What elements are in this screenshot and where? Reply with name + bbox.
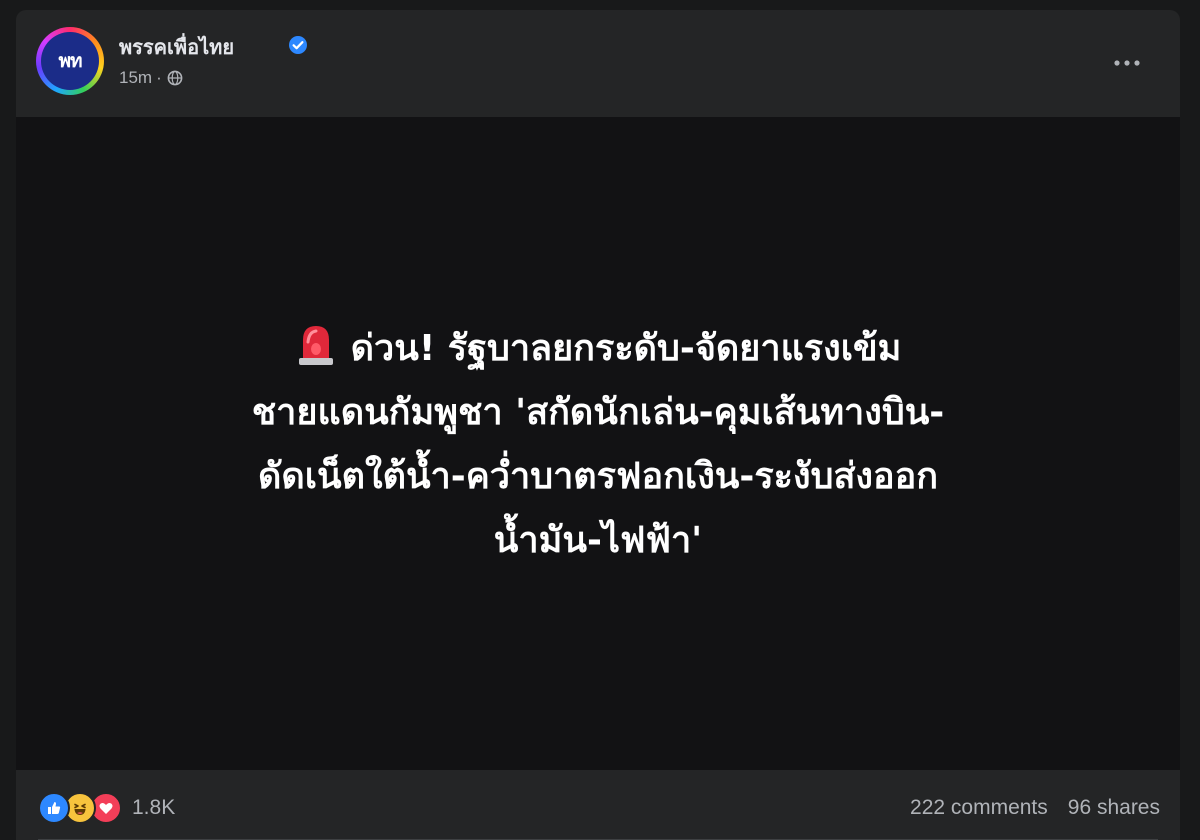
verified-badge-icon xyxy=(289,36,307,54)
headline-line-2: ชายแดนกัมพูชา 'สกัดนักเล่น-คุมเส้นทางบิน… xyxy=(251,392,945,433)
shares-count-link[interactable]: 96 shares xyxy=(1068,796,1160,820)
engagement-stats: 222 comments 96 shares xyxy=(910,796,1160,820)
meta-separator: · xyxy=(156,68,162,87)
globe-icon[interactable] xyxy=(167,70,183,86)
page-avatar[interactable]: พท xyxy=(36,27,104,95)
reaction-count[interactable]: 1.8K xyxy=(132,796,175,820)
headline-line: ด่วน! รัฐบาลยกระดับ-จัดยาแรงเข้ม xyxy=(56,317,1140,381)
headline: ด่วน! รัฐบาลยกระดับ-จัดยาแรงเข้ม ชายแดนก… xyxy=(56,317,1140,573)
post-card: พท พรรคเพื่อไทย 15m · ด่วน! รัฐบาลยกระดั… xyxy=(16,10,1180,840)
page-name-link[interactable]: พรรคเพื่อไทย xyxy=(119,34,234,60)
post-meta: 15m · xyxy=(119,68,183,88)
avatar-logo: พท xyxy=(41,32,99,90)
post-header: พท พรรคเพื่อไทย 15m · xyxy=(16,10,1180,117)
headline-line-3: ดัดเน็ตใต้น้ำ-คว่ำบาตรฟอกเงิน-ระงับส่งออ… xyxy=(257,456,939,497)
post-timestamp[interactable]: 15m xyxy=(119,68,152,88)
reactions-summary[interactable]: 1.8K xyxy=(38,792,175,824)
post-image[interactable]: ด่วน! รัฐบาลยกระดับ-จัดยาแรงเข้ม ชายแดนก… xyxy=(16,117,1180,770)
more-options-button[interactable] xyxy=(1110,46,1144,80)
like-icon xyxy=(38,792,70,824)
headline-line-4: น้ำมัน-ไฟฟ้า' xyxy=(493,520,703,561)
more-options-icon xyxy=(1114,60,1140,66)
page-frame: พท พรรคเพื่อไทย 15m · ด่วน! รัฐบาลยกระดั… xyxy=(0,0,1200,840)
avatar-logo-text: พท xyxy=(58,50,82,72)
post-footer: 1.8K 222 comments 96 shares xyxy=(16,770,1180,840)
siren-icon xyxy=(298,326,333,365)
comments-count-link[interactable]: 222 comments xyxy=(910,796,1048,820)
headline-line-1: ด่วน! รัฐบาลยกระดับ-จัดยาแรงเข้ม xyxy=(350,328,902,369)
